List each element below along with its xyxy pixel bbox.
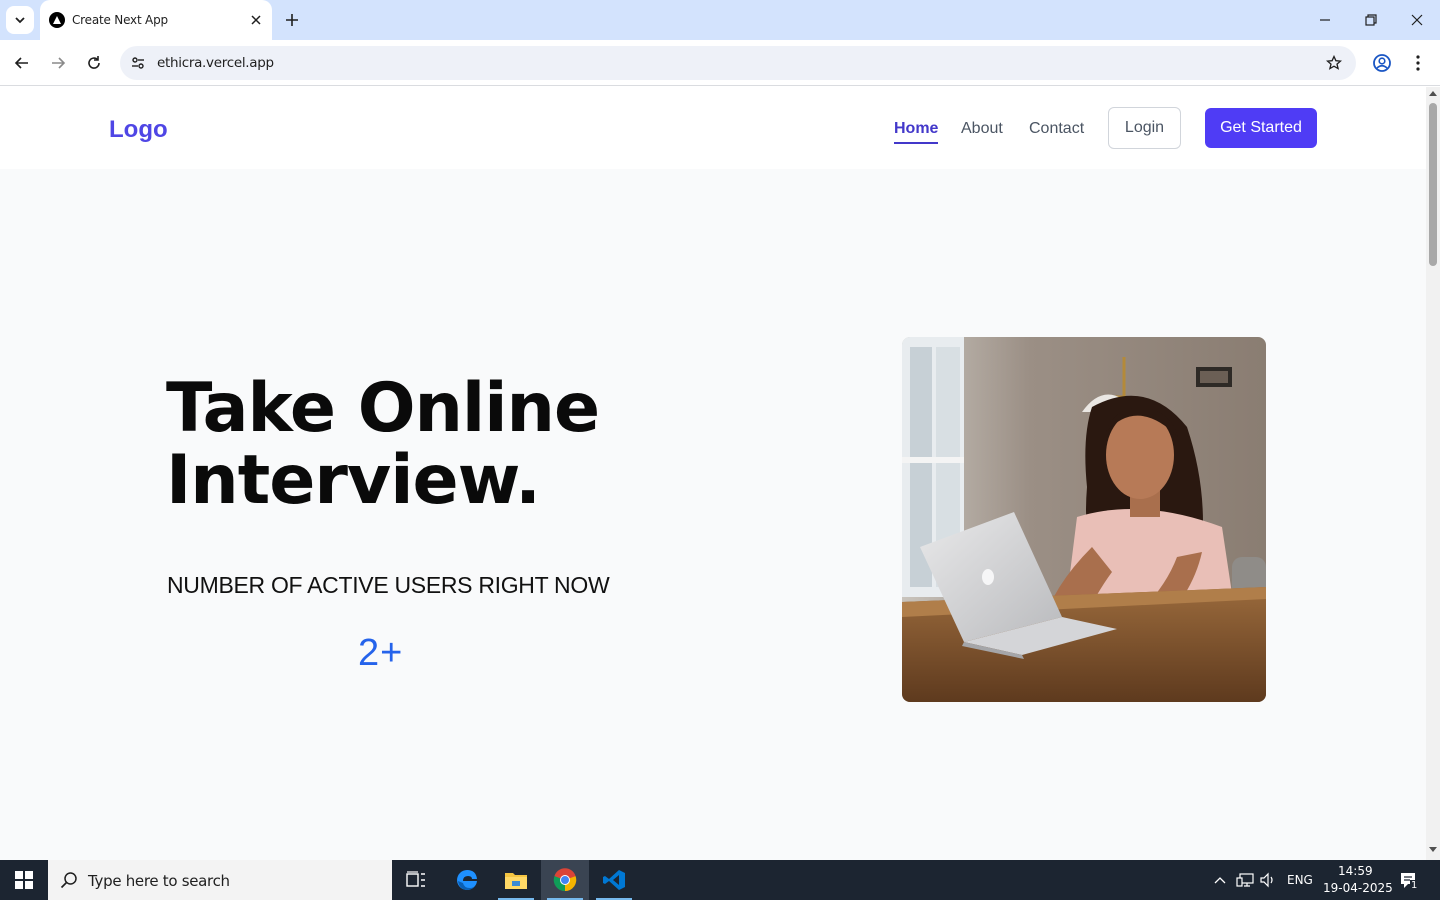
new-tab-button[interactable] — [280, 8, 304, 32]
page-viewport: Logo Home About Contact Login Get Starte… — [0, 87, 1426, 860]
bookmark-star-icon[interactable] — [1324, 53, 1344, 73]
reload-icon — [88, 56, 100, 69]
volume-icon[interactable] — [1258, 870, 1278, 890]
minimize-button[interactable] — [1305, 6, 1345, 34]
taskbar-search-box[interactable]: Type here to search — [48, 860, 392, 900]
chevron-down-icon — [15, 17, 25, 24]
scroll-down-arrow-icon[interactable] — [1429, 847, 1437, 852]
hero-title-line-1: Take Online — [166, 369, 600, 448]
browser-menu-button[interactable] — [1404, 49, 1432, 77]
profile-button[interactable] — [1368, 49, 1396, 77]
clock-date[interactable]: 19-04-2025 — [1323, 881, 1393, 895]
notification-count-badge: 1 — [1410, 880, 1419, 891]
tab-close-icon[interactable] — [248, 12, 264, 28]
active-users-label: NUMBER OF ACTIVE USERS RIGHT NOW — [167, 572, 610, 598]
site-info-icon[interactable] — [128, 53, 148, 73]
login-button[interactable]: Login — [1108, 107, 1181, 149]
arrow-left-icon — [14, 57, 28, 69]
start-button[interactable] — [0, 860, 48, 900]
url-text[interactable]: ethicra.vercel.app — [157, 55, 274, 71]
tab-search-button[interactable] — [6, 6, 34, 34]
scroll-up-arrow-icon[interactable] — [1429, 91, 1437, 96]
chrome-icon[interactable] — [541, 860, 589, 900]
forward-button[interactable] — [44, 49, 72, 77]
nextjs-favicon-icon — [49, 12, 65, 28]
language-indicator[interactable]: ENG — [1287, 873, 1313, 887]
restore-button[interactable] — [1351, 6, 1391, 34]
browser-toolbar: ethicra.vercel.app — [0, 40, 1440, 86]
profile-icon — [1373, 54, 1391, 72]
page-scrollbar[interactable] — [1426, 87, 1440, 860]
browser-tab-bar: Create Next App — [0, 0, 1440, 40]
hero-image-woman-with-laptop — [902, 337, 1266, 702]
network-icon[interactable] — [1235, 870, 1255, 890]
search-icon — [60, 872, 77, 889]
chevron-up-icon[interactable] — [1210, 870, 1230, 890]
edge-icon[interactable] — [443, 860, 491, 900]
task-view-icon[interactable] — [392, 860, 440, 900]
search-placeholder: Type here to search — [88, 872, 230, 890]
active-users-count: 2+ — [358, 632, 404, 674]
scrollbar-thumb[interactable] — [1429, 103, 1437, 266]
tab-title: Create Next App — [72, 13, 168, 27]
site-logo[interactable]: Logo — [109, 116, 168, 144]
back-button[interactable] — [8, 49, 36, 77]
file-explorer-icon[interactable] — [492, 860, 540, 900]
reload-button[interactable] — [80, 49, 108, 77]
address-bar[interactable]: ethicra.vercel.app — [120, 46, 1356, 80]
windows-taskbar: Type here to search ENG 14:59 19-04-2025… — [0, 860, 1440, 900]
close-window-button[interactable] — [1397, 6, 1437, 34]
nav-link-about[interactable]: About — [961, 120, 1003, 138]
vscode-icon[interactable] — [590, 860, 638, 900]
nav-link-contact[interactable]: Contact — [1029, 120, 1084, 138]
windows-logo-icon — [15, 871, 33, 889]
clock-time[interactable]: 14:59 — [1338, 864, 1373, 878]
kebab-menu-icon — [1416, 55, 1420, 71]
minimize-icon — [1320, 19, 1330, 21]
site-navbar: Logo Home About Contact Login Get Starte… — [0, 87, 1426, 169]
restore-icon — [1365, 14, 1377, 26]
hero-title-line-2: Interview. — [166, 441, 541, 520]
nav-link-home[interactable]: Home — [894, 120, 939, 144]
hero-title: Take Online Interview. — [166, 373, 726, 517]
plus-icon — [286, 14, 298, 26]
browser-tab[interactable]: Create Next App — [40, 0, 272, 40]
get-started-button[interactable]: Get Started — [1205, 108, 1317, 148]
close-icon — [1411, 14, 1423, 26]
arrow-right-icon — [52, 57, 66, 69]
